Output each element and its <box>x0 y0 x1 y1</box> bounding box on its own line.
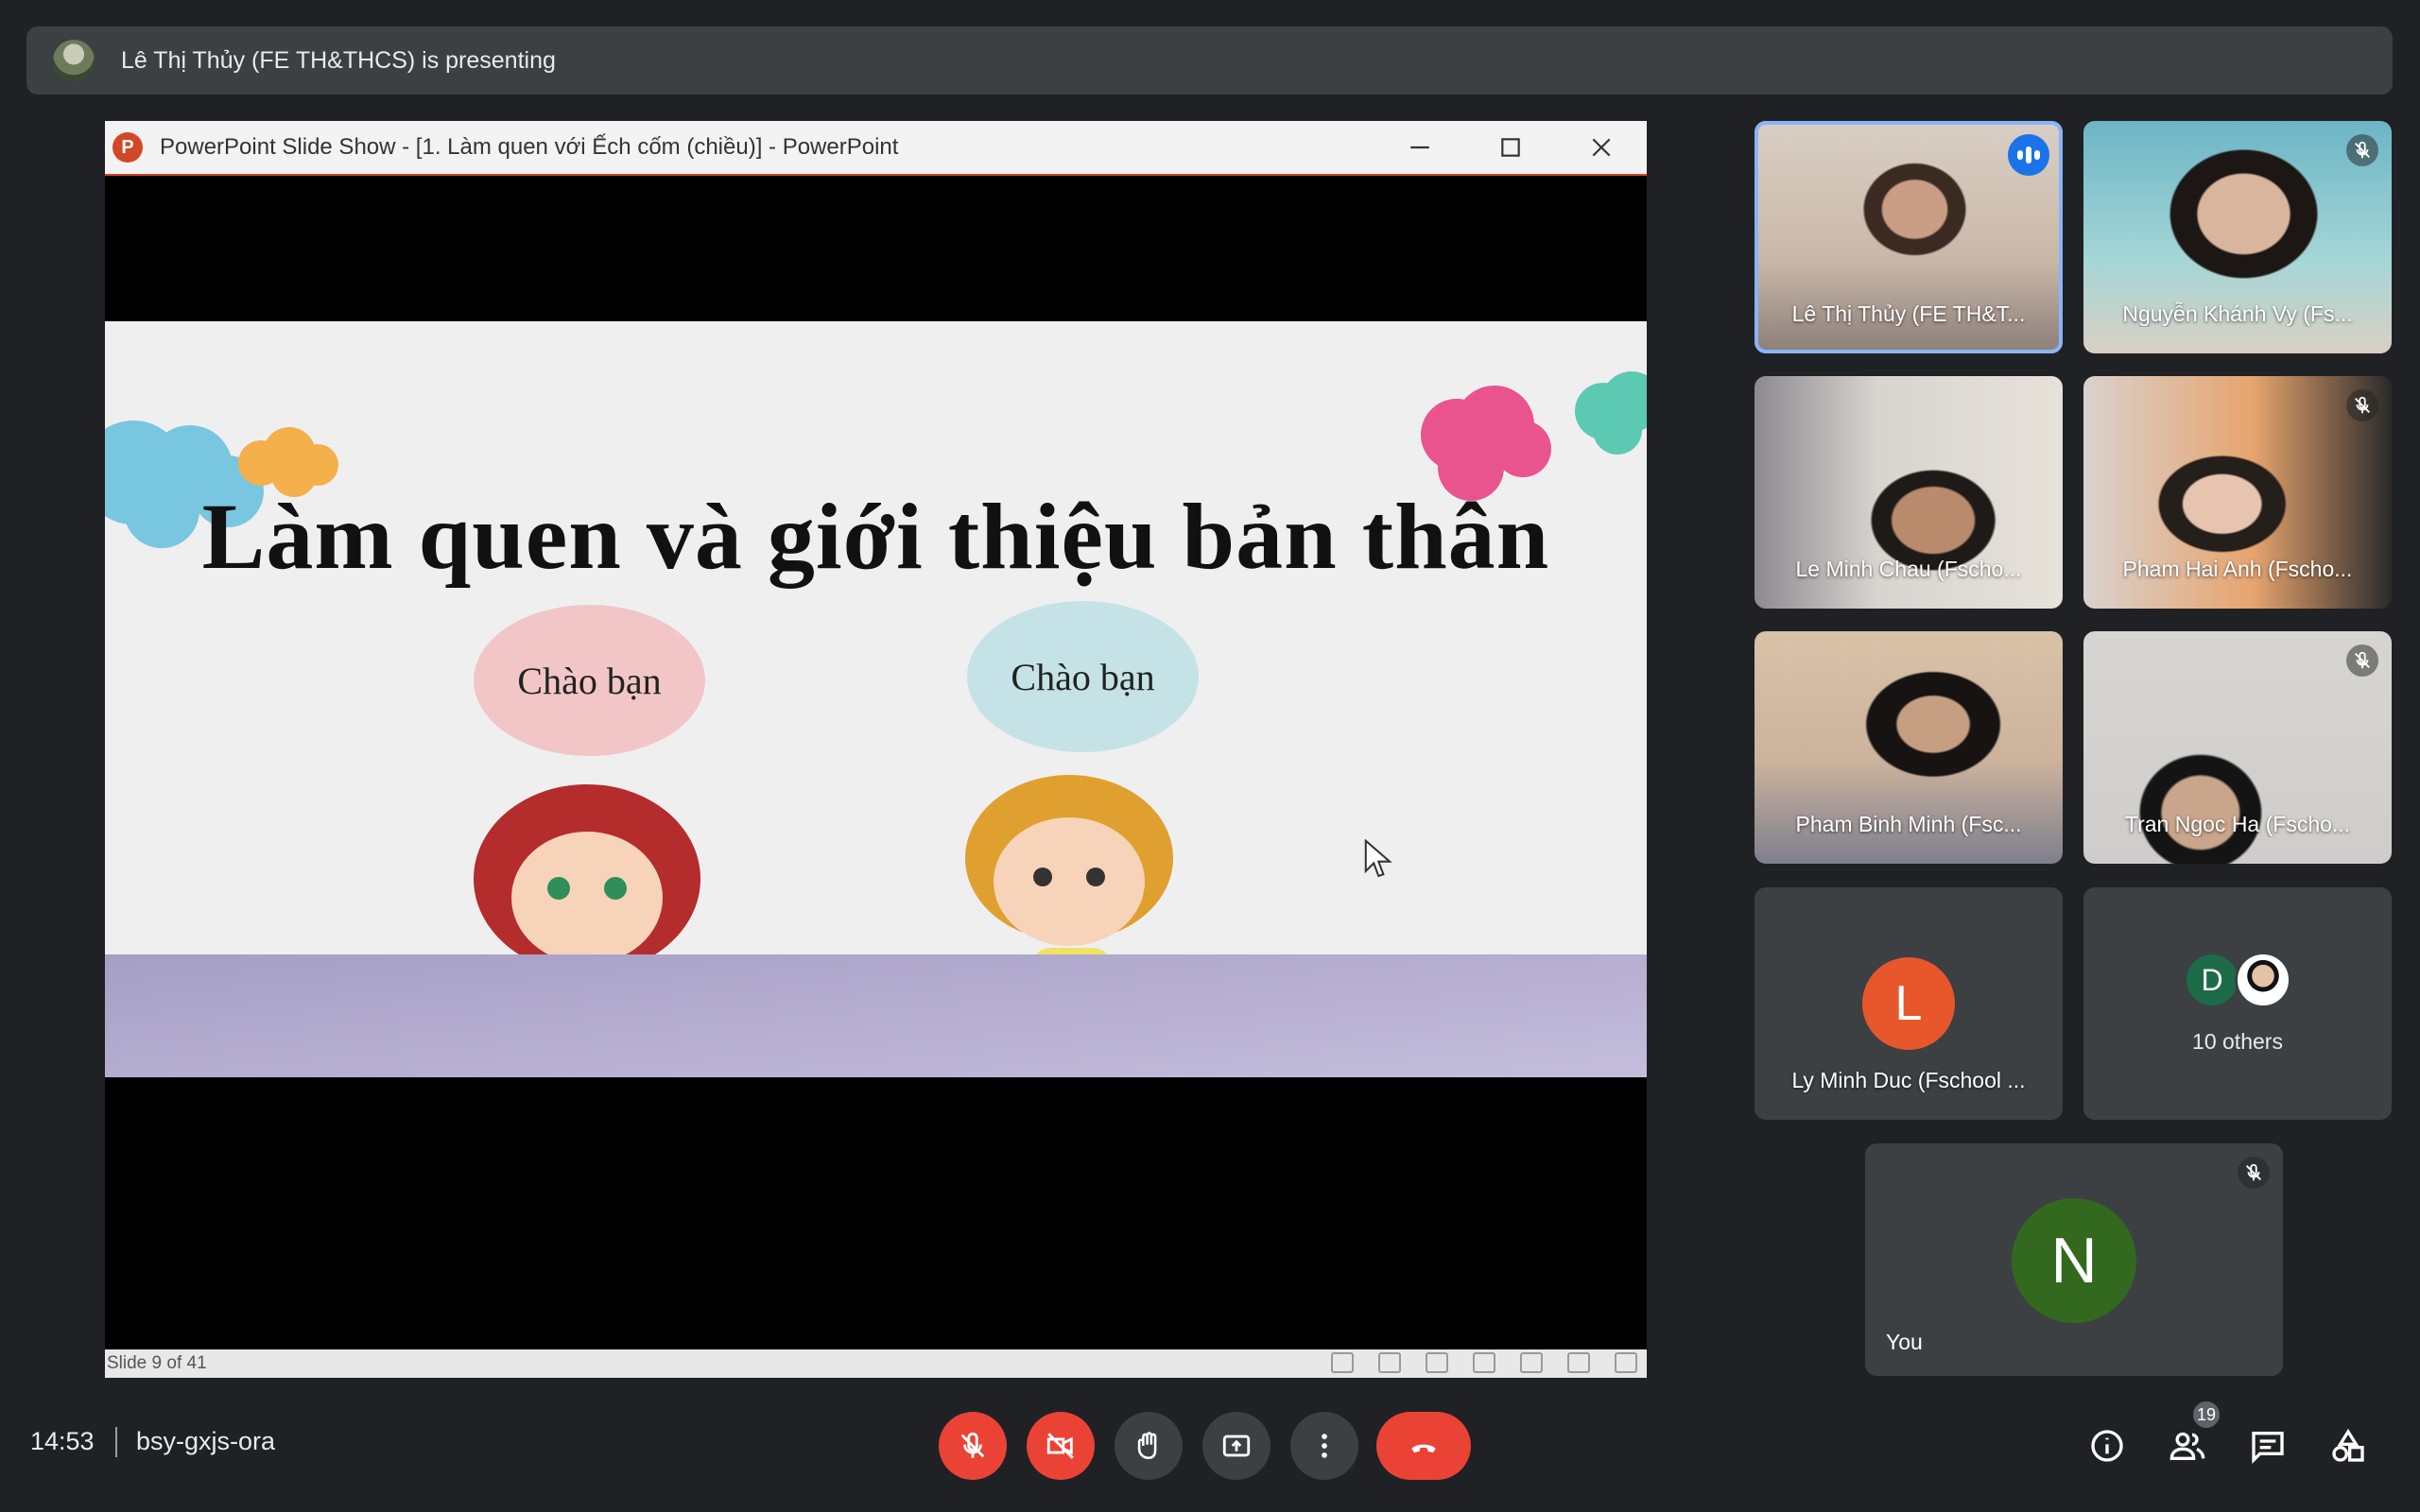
presenting-banner: Lê Thị Thủy (FE TH&THCS) is presenting <box>26 26 2393 94</box>
maximize-button[interactable] <box>1465 121 1556 174</box>
info-icon <box>2091 1430 2123 1462</box>
avatar: D <box>2184 952 2240 1008</box>
clock: 14:53 <box>30 1427 95 1455</box>
avatar: N <box>2012 1198 2136 1323</box>
ppt-titlebar: P PowerPoint Slide Show - [1. Làm quen v… <box>105 121 1647 176</box>
participant-tile[interactable]: Pham Binh Minh (Fsc... <box>1754 631 2063 864</box>
presenting-text: Lê Thị Thủy (FE TH&THCS) is presenting <box>121 46 556 74</box>
slide-title: Làm quen và giới thiệu bản thân <box>201 484 1550 589</box>
slide: Làm quen và giới thiệu bản thân Chào bạn… <box>105 321 1647 1077</box>
meeting-code: bsy-gxjs-ora <box>136 1427 276 1455</box>
participant-name: You <box>1886 1330 1923 1354</box>
maximize-icon <box>1501 138 1520 157</box>
presenter-avatar <box>53 40 95 81</box>
close-icon <box>1592 138 1611 157</box>
minimize-button[interactable] <box>1374 121 1465 174</box>
shared-screen: P PowerPoint Slide Show - [1. Làm quen v… <box>105 121 1647 1378</box>
camera-off-icon <box>1046 1433 1074 1459</box>
people-icon <box>2169 1432 2205 1460</box>
mic-off-icon <box>2346 389 2378 421</box>
participant-tile[interactable]: Le Minh Chau (Fscho... <box>1754 376 2063 609</box>
reading-view-icon[interactable] <box>1567 1352 1590 1373</box>
mic-off-icon <box>960 1432 985 1458</box>
speech-bubble-left: Chào bạn <box>474 605 705 756</box>
activities-icon <box>2332 1428 2364 1462</box>
mic-off-icon <box>2346 134 2378 166</box>
more-options-button[interactable] <box>1290 1412 1358 1480</box>
participant-name: Lê Thị Thủy (FE TH&T... <box>1791 301 2026 326</box>
mouse-cursor-icon <box>1364 839 1392 878</box>
slide-sorter-icon[interactable] <box>1520 1352 1543 1373</box>
notes-icon[interactable] <box>1378 1352 1401 1373</box>
speech-bubble-right: Chào bạn <box>967 601 1199 752</box>
participant-name: Nguyễn Khánh Vy (Fs... <box>2122 301 2353 326</box>
participant-tile[interactable]: Lê Thị Thủy (FE TH&T... <box>1754 121 2063 353</box>
slideshow-icon[interactable] <box>1615 1352 1637 1373</box>
participant-name: Le Minh Chau (Fscho... <box>1795 557 2022 581</box>
ppt-window-title: PowerPoint Slide Show - [1. Làm quen với… <box>160 134 899 160</box>
hand-icon <box>1137 1432 1157 1460</box>
meeting-info-button[interactable] <box>2084 1423 2130 1469</box>
powerpoint-icon: P <box>112 132 143 163</box>
camera-toggle-button[interactable] <box>1027 1412 1095 1480</box>
slide-footer-band <box>105 954 1647 1077</box>
participant-name: Pham Binh Minh (Fsc... <box>1795 812 2022 836</box>
normal-view-icon[interactable] <box>1473 1352 1495 1373</box>
activities-button[interactable] <box>2325 1423 2371 1469</box>
present-button[interactable] <box>1202 1412 1270 1480</box>
participant-tile[interactable]: Tran Ngoc Ha (Fscho... <box>2083 631 2392 864</box>
slide-counter: Slide 9 of 41 <box>107 1353 207 1373</box>
participant-count-badge: 19 <box>2190 1399 2222 1431</box>
ppt-statusbar: Slide 9 of 41 <box>105 1349 1647 1378</box>
mic-off-icon <box>2346 644 2378 677</box>
mic-off-icon <box>2238 1157 2270 1189</box>
prev-slide-icon[interactable] <box>1331 1352 1354 1373</box>
self-tile[interactable]: N You <box>1865 1143 2283 1376</box>
participant-tile[interactable]: Pham Hai Anh (Fscho... <box>2083 376 2392 609</box>
next-slide-icon[interactable] <box>1426 1352 1448 1373</box>
participant-name: Ly Minh Duc (Fschool ... <box>1791 1068 2026 1092</box>
participant-name: Tran Ngoc Ha (Fscho... <box>2124 812 2351 836</box>
participant-name: Pham Hai Anh (Fscho... <box>2122 557 2353 581</box>
hangup-icon <box>1411 1444 1436 1453</box>
more-icon <box>1322 1434 1327 1458</box>
divider <box>115 1427 117 1457</box>
avatar: L <box>1862 957 1955 1050</box>
present-icon <box>1222 1435 1251 1457</box>
participant-tile[interactable]: L Ly Minh Duc (Fschool ... <box>1754 887 2063 1120</box>
leave-call-button[interactable] <box>1376 1412 1471 1480</box>
chat-button[interactable] <box>2245 1423 2290 1469</box>
others-count: 10 others <box>2192 1029 2283 1054</box>
participant-tile[interactable]: Nguyễn Khánh Vy (Fs... <box>2083 121 2392 353</box>
mic-toggle-button[interactable] <box>939 1412 1007 1480</box>
minimize-icon <box>1410 146 1429 149</box>
close-button[interactable] <box>1556 121 1647 174</box>
avatar <box>2235 952 2291 1008</box>
raise-hand-button[interactable] <box>1115 1412 1183 1480</box>
chat-icon <box>2252 1432 2284 1465</box>
others-tile[interactable]: D 10 others <box>2083 887 2392 1120</box>
speaking-indicator-icon <box>2008 134 2049 176</box>
